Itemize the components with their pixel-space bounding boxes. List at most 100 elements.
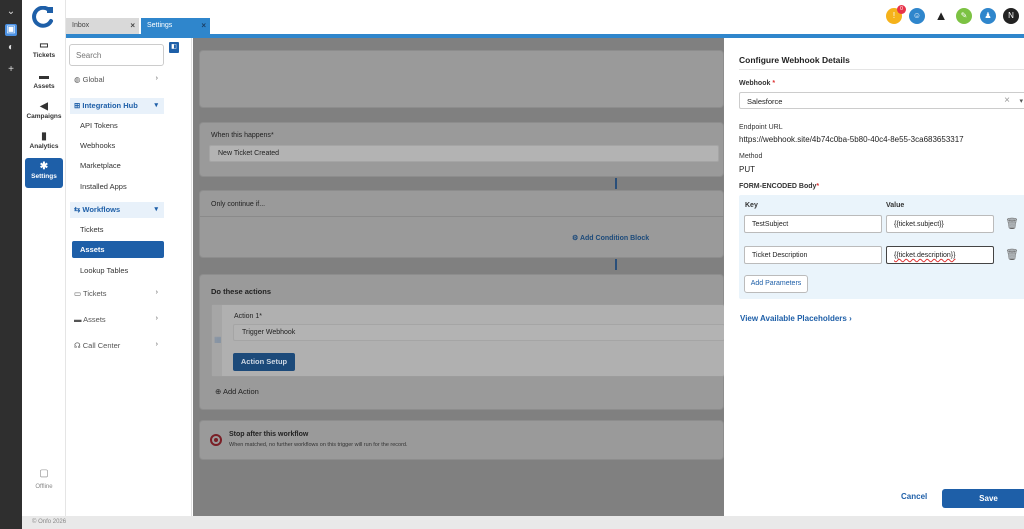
avatar[interactable]: N bbox=[1003, 8, 1019, 24]
trash-icon[interactable]: 🗑 bbox=[1005, 248, 1019, 262]
search-input[interactable] bbox=[69, 44, 164, 66]
add-action-link[interactable]: ⊕ Add Action bbox=[215, 387, 259, 396]
webhook-label-text: Webhook bbox=[739, 80, 771, 87]
sidebar-item-label: Assets bbox=[80, 245, 105, 254]
param-value-input[interactable]: {{ticket.description}} bbox=[886, 246, 994, 264]
app-window-icon[interactable]: ▣ bbox=[5, 24, 17, 36]
sidebar-group-call-center[interactable]: ☊ Call Center › bbox=[70, 338, 164, 354]
main-nav: ▭ Tickets ▬ Assets ◀ Campaigns ▮ Analyti… bbox=[22, 0, 66, 516]
agent-status-icon[interactable]: ♟ bbox=[980, 8, 996, 24]
tab-inbox[interactable]: Inbox × bbox=[66, 18, 139, 34]
connector-line bbox=[615, 178, 617, 189]
workflow-canvas: When this happens* New Ticket Created On… bbox=[193, 38, 725, 516]
stop-radio[interactable] bbox=[210, 434, 222, 446]
add-parameters-button[interactable]: Add Parameters bbox=[744, 275, 808, 293]
settings-sidebar: ◧ ◍ Global › ⊞ Integration Hub ▾ API Tok… bbox=[66, 38, 192, 516]
close-icon[interactable]: × bbox=[201, 21, 206, 30]
sidebar-group-global[interactable]: ◍ Global › bbox=[70, 72, 164, 88]
close-icon[interactable]: × bbox=[130, 21, 135, 30]
action-block: ▦ Action 1* Trigger Webhook Action Setup bbox=[211, 304, 725, 377]
nav-analytics[interactable]: ▮ Analytics bbox=[25, 128, 63, 158]
connector-line bbox=[615, 259, 617, 270]
plus-icon[interactable]: + bbox=[5, 64, 17, 76]
action-setup-button[interactable]: Action Setup bbox=[233, 353, 295, 371]
chevron-down-icon[interactable]: ⌄ bbox=[5, 6, 17, 18]
chevron-right-icon: › bbox=[155, 289, 158, 296]
required-mark: * bbox=[270, 132, 274, 139]
endpoint-value: https://webhook.site/4b74c0ba-5b80-40c4-… bbox=[739, 135, 964, 144]
nav-settings[interactable]: ✱ Settings bbox=[25, 158, 63, 188]
add-condition-link[interactable]: ⚙ Add Condition Block bbox=[572, 234, 649, 242]
chevron-down-icon[interactable]: ▾ bbox=[1019, 97, 1023, 105]
form-body-editor: Key Value TestSubject {{ticket.subject}}… bbox=[739, 195, 1024, 299]
sidebar-item-lookup-tables[interactable]: Lookup Tables bbox=[72, 262, 164, 279]
nav-campaigns[interactable]: ◀ Campaigns bbox=[25, 98, 63, 128]
sidebar-group-workflows[interactable]: ⇆ Workflows ▾ bbox=[70, 202, 164, 218]
param-key-value: TestSubject bbox=[752, 221, 789, 228]
required-mark: * bbox=[259, 313, 263, 320]
trigger-value: New Ticket Created bbox=[218, 150, 280, 157]
view-placeholders-label: View Available Placeholders bbox=[740, 314, 847, 323]
webhook-select[interactable]: Salesforce × ▾ bbox=[739, 92, 1024, 109]
trash-icon[interactable]: 🗑 bbox=[1005, 217, 1019, 231]
actions-title: Do these actions bbox=[211, 287, 272, 296]
sidebar-item-webhooks[interactable]: Webhooks bbox=[72, 137, 164, 154]
add-condition-label: Add Condition Block bbox=[579, 235, 650, 242]
sidebar-item-marketplace[interactable]: Marketplace bbox=[72, 157, 164, 174]
param-key-input[interactable]: Ticket Description bbox=[744, 246, 882, 264]
sidebar-item-api-tokens[interactable]: API Tokens bbox=[72, 117, 164, 134]
megaphone-icon: ◀ bbox=[40, 101, 48, 112]
sidebar-group-label: Tickets bbox=[83, 289, 107, 298]
tab-settings[interactable]: Settings × bbox=[141, 18, 210, 34]
status-text: Offline bbox=[35, 484, 53, 490]
avatar-initial: N bbox=[1008, 11, 1014, 20]
gear-icon: ✱ bbox=[39, 161, 49, 172]
trigger-select[interactable]: New Ticket Created bbox=[209, 145, 719, 162]
chevron-right-icon: › bbox=[155, 315, 158, 322]
collapse-sidebar-icon[interactable]: ◧ bbox=[169, 42, 179, 53]
pencil-icon[interactable]: ✎ bbox=[956, 8, 972, 24]
tab-bar: Inbox × Settings × ! 0 ☺ ▲ ✎ ♟ N bbox=[66, 0, 1024, 36]
drag-handle[interactable]: ▦ bbox=[212, 305, 222, 376]
workflow-header-card bbox=[199, 50, 724, 108]
sidebar-item-assets[interactable]: Assets bbox=[72, 241, 164, 258]
body-label: FORM-ENCODED Body* bbox=[739, 183, 819, 190]
sidebar-item-installed-apps[interactable]: Installed Apps bbox=[72, 178, 164, 195]
plus-circle-icon: ⊕ bbox=[215, 387, 222, 396]
clear-icon[interactable]: × bbox=[1004, 95, 1010, 106]
status-indicator[interactable]: ▢ Offline bbox=[28, 468, 60, 490]
notifications-icon[interactable]: ! 0 bbox=[886, 5, 906, 24]
divider bbox=[739, 69, 1024, 70]
add-action-label: Add Action bbox=[222, 387, 259, 396]
endpoint-label: Endpoint URL bbox=[739, 124, 783, 131]
header-actions: ! 0 ☺ ▲ ✎ ♟ N bbox=[886, 5, 1019, 28]
sidebar-item-label: Lookup Tables bbox=[80, 266, 129, 275]
bell-icon[interactable]: ▲ bbox=[933, 8, 949, 24]
param-key-input[interactable]: TestSubject bbox=[744, 215, 882, 233]
sidebar-group-assets[interactable]: ▬ Assets › bbox=[70, 312, 164, 328]
divider bbox=[200, 216, 725, 217]
view-placeholders-link[interactable]: View Available Placeholders › bbox=[740, 314, 852, 323]
cancel-button[interactable]: Cancel bbox=[901, 492, 927, 501]
chevron-right-icon: › bbox=[849, 314, 852, 323]
save-button[interactable]: Save bbox=[942, 489, 1024, 508]
required-mark: * bbox=[816, 183, 820, 190]
nav-assets[interactable]: ▬ Assets bbox=[25, 68, 63, 98]
globe-icon[interactable]: ◐ bbox=[5, 42, 17, 54]
action-label: Action 1* bbox=[234, 313, 262, 320]
nav-tickets[interactable]: ▭ Tickets bbox=[25, 37, 63, 67]
copyright: © Onfo 2026 bbox=[32, 519, 67, 525]
required-mark: * bbox=[772, 80, 776, 87]
sidebar-item-label: Marketplace bbox=[80, 161, 121, 170]
sidebar-group-integration-hub[interactable]: ⊞ Integration Hub ▾ bbox=[70, 98, 164, 114]
action-select[interactable]: Trigger Webhook bbox=[233, 324, 725, 341]
footer: © Onfo 2026 bbox=[22, 516, 1024, 529]
bot-icon[interactable]: ☺ bbox=[909, 8, 925, 24]
param-value-input[interactable]: {{ticket.subject}} bbox=[886, 215, 994, 233]
sidebar-item-tickets[interactable]: Tickets bbox=[72, 221, 164, 238]
webhook-config-panel: Configure Webhook Details Webhook * Sale… bbox=[724, 38, 1024, 516]
sidebar-item-label: Tickets bbox=[80, 225, 104, 234]
sidebar-group-tickets[interactable]: ▭ Tickets › bbox=[70, 286, 164, 302]
sidebar-item-label: Webhooks bbox=[80, 141, 116, 150]
trigger-label: When this happens* bbox=[211, 132, 274, 139]
